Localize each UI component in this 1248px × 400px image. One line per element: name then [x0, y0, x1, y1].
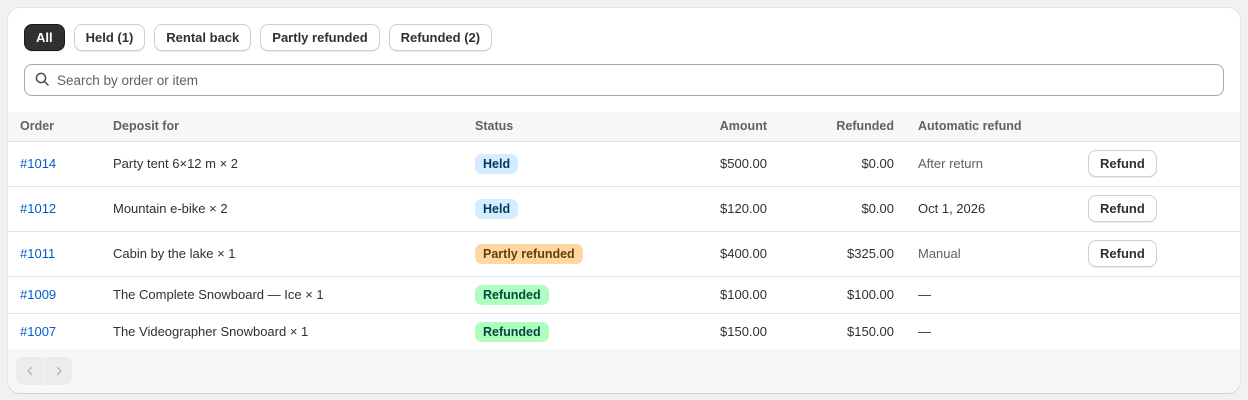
amount-cell: $500.00 [675, 140, 767, 186]
deposit-item: The Videographer Snowboard × 1 [113, 312, 475, 350]
column-header-order: Order [20, 119, 55, 134]
status-badge: Refunded [475, 284, 549, 305]
column-header-action [1088, 112, 1240, 141]
automatic-refund-cell: — [894, 312, 1088, 350]
deposits-card: All Held (1) Rental back Partly refunded… [8, 8, 1240, 393]
order-link[interactable]: #1009 [20, 287, 56, 302]
tab-held[interactable]: Held (1) [73, 24, 146, 51]
search-icon [35, 72, 49, 89]
automatic-refund-cell: Manual [894, 230, 1088, 276]
refund-button[interactable]: Refund [1088, 195, 1157, 222]
pagination [16, 357, 72, 385]
refunded-cell: $325.00 [767, 230, 894, 276]
tab-all[interactable]: All [24, 24, 65, 51]
refunded-cell: $150.00 [767, 312, 894, 350]
status-badge: Held [475, 153, 519, 174]
amount-cell: $400.00 [675, 230, 767, 276]
amount-cell: $150.00 [675, 312, 767, 350]
amount-cell: $120.00 [675, 185, 767, 231]
amount-cell: $100.00 [675, 275, 767, 313]
filter-tabs: All Held (1) Rental back Partly refunded… [24, 24, 493, 51]
refunded-cell: $0.00 [767, 140, 894, 186]
tab-rental-back[interactable]: Rental back [154, 24, 252, 51]
column-header-amount: Amount [719, 119, 767, 134]
table-row: #1014 Party tent 6×12 m × 2 Held $500.00… [8, 140, 1240, 186]
search-input[interactable] [57, 72, 1223, 88]
table-row: #1007 The Videographer Snowboard × 1 Ref… [8, 312, 1240, 350]
tab-partly-refunded[interactable]: Partly refunded [260, 24, 380, 51]
chevron-left-icon[interactable] [16, 357, 44, 385]
column-header-deposit: Deposit for [113, 119, 179, 134]
automatic-refund-cell: — [894, 275, 1088, 313]
refund-button[interactable]: Refund [1088, 150, 1157, 177]
action-cell [1088, 312, 1240, 350]
automatic-refund-cell: Oct 1, 2026 [894, 185, 1088, 231]
table-row: #1012 Mountain e-bike × 2 Held $120.00 $… [8, 185, 1240, 231]
refunded-cell: $0.00 [767, 185, 894, 231]
deposits-table: Order Deposit for Status Amount Refunded… [8, 112, 1240, 350]
deposit-item: Cabin by the lake × 1 [113, 230, 475, 276]
order-link[interactable]: #1014 [20, 156, 56, 171]
tab-refunded[interactable]: Refunded (2) [388, 24, 493, 51]
deposit-item: The Complete Snowboard — Ice × 1 [113, 275, 475, 313]
table-header-row: Order Deposit for Status Amount Refunded… [8, 112, 1240, 141]
status-badge: Refunded [475, 321, 549, 342]
action-cell [1088, 275, 1240, 313]
automatic-refund-cell: After return [894, 140, 1088, 186]
table-row: #1009 The Complete Snowboard — Ice × 1 R… [8, 275, 1240, 313]
deposit-item: Mountain e-bike × 2 [113, 185, 475, 231]
status-badge: Held [475, 198, 519, 219]
refund-button[interactable]: Refund [1088, 240, 1157, 267]
deposit-item: Party tent 6×12 m × 2 [113, 140, 475, 186]
order-link[interactable]: #1011 [20, 246, 55, 261]
table-row: #1011 Cabin by the lake × 1 Partly refun… [8, 230, 1240, 276]
refunded-cell: $100.00 [767, 275, 894, 313]
table-footer [8, 349, 1240, 393]
status-badge: Partly refunded [475, 243, 583, 264]
order-link[interactable]: #1007 [20, 324, 56, 339]
chevron-right-icon[interactable] [44, 357, 72, 385]
column-header-refunded: Refunded [836, 119, 894, 134]
order-link[interactable]: #1012 [20, 201, 56, 216]
search-box[interactable] [24, 64, 1224, 96]
column-header-automatic-refund: Automatic refund [918, 119, 1022, 134]
column-header-status: Status [475, 119, 514, 134]
